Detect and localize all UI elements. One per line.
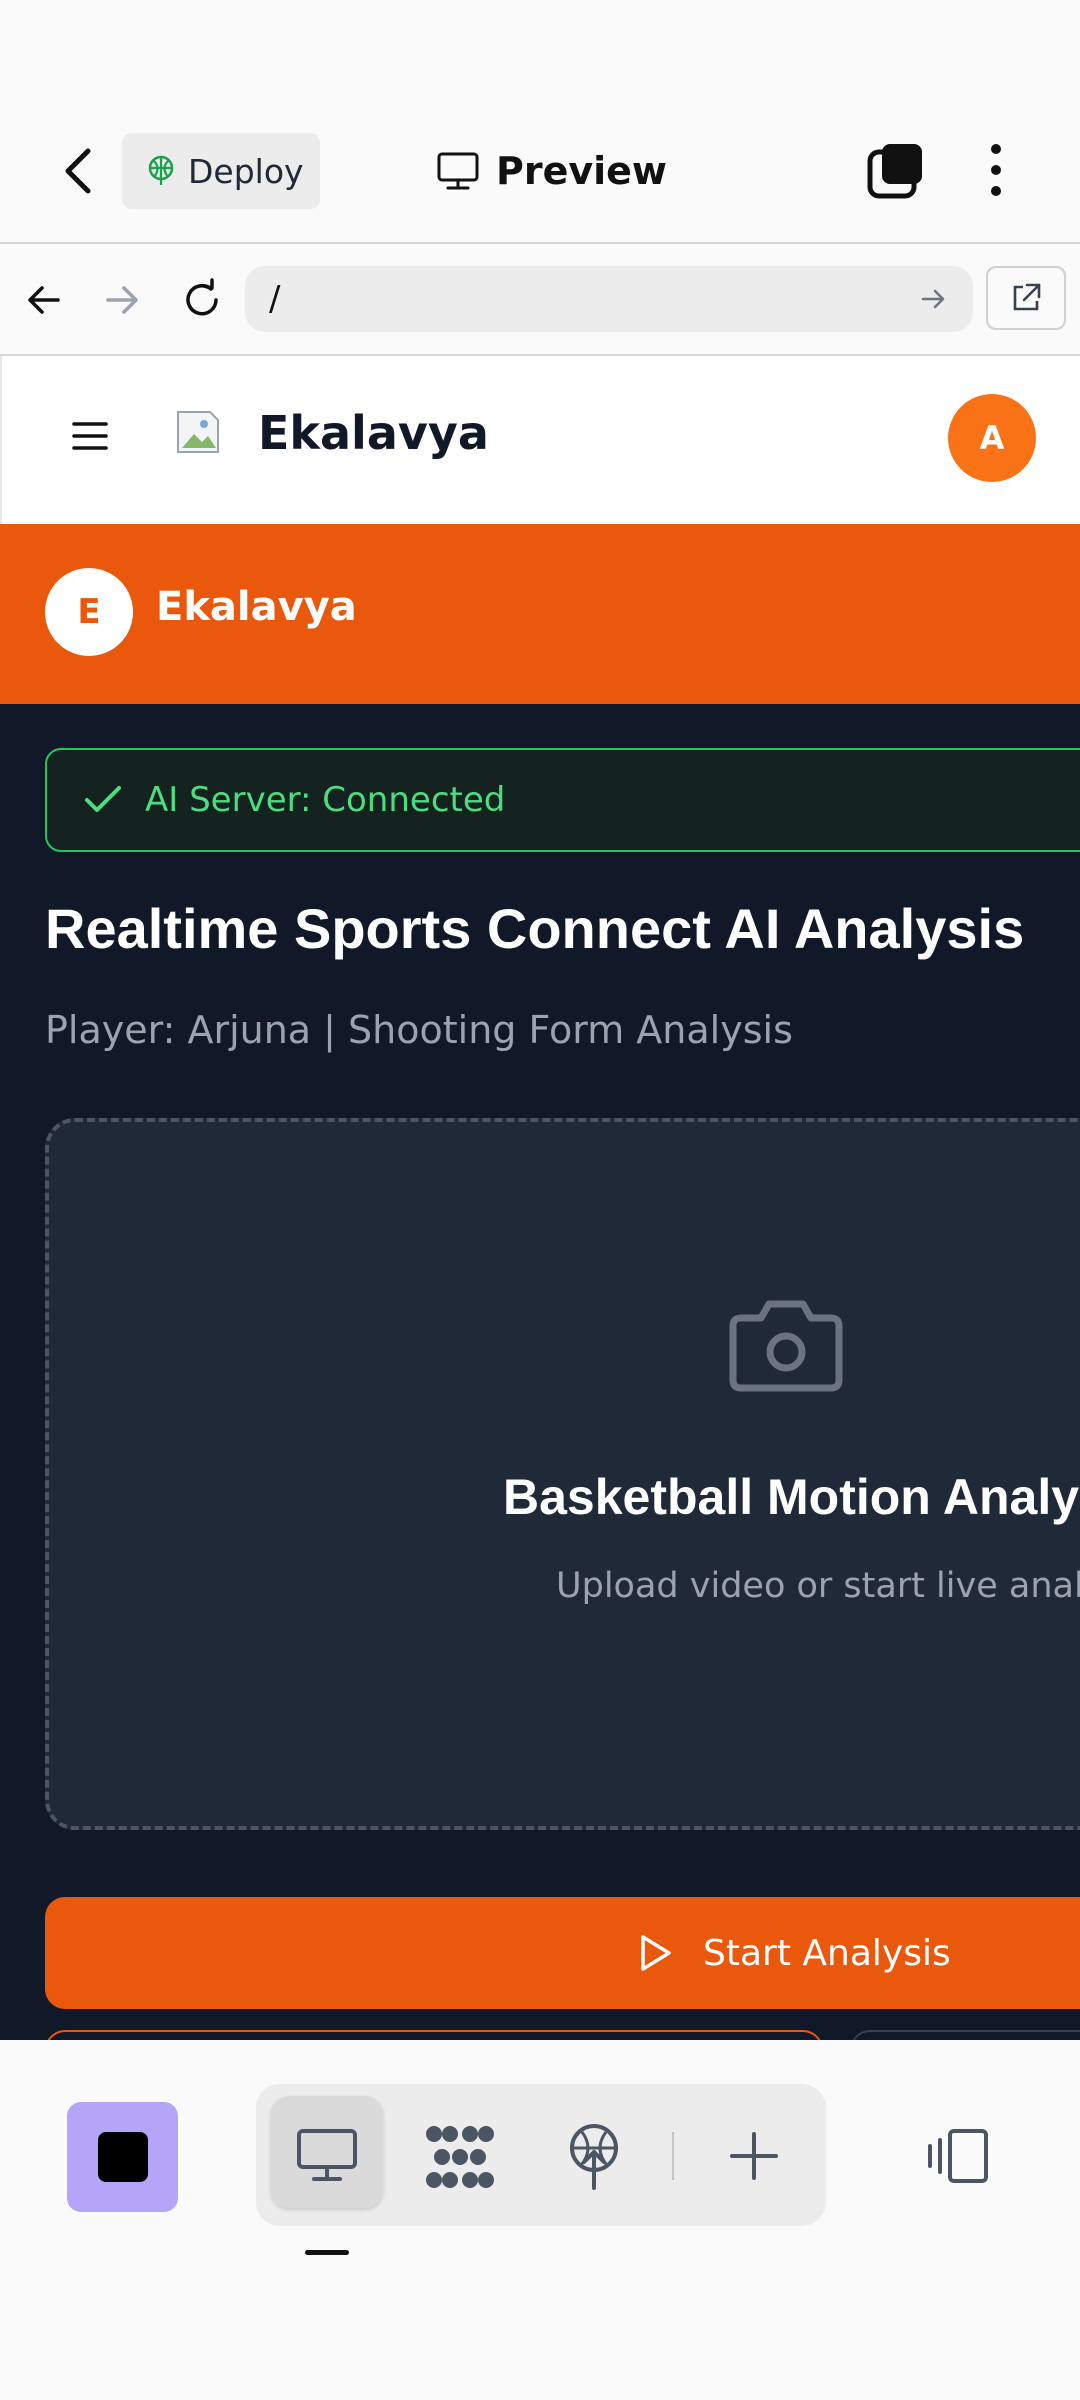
server-status-text: AI Server: Connected xyxy=(145,780,506,820)
camera-icon xyxy=(725,1296,847,1394)
web-preview: Ekalavya A E Ekalavya AI Server: Connect… xyxy=(0,356,1080,2040)
deploy-label: Deploy xyxy=(188,151,304,191)
apps-icon[interactable] xyxy=(424,2124,496,2190)
start-analysis-label: Start Analysis xyxy=(703,1932,951,1974)
desktop-icon xyxy=(296,2128,358,2182)
user-avatar[interactable]: A xyxy=(948,394,1036,482)
url-input[interactable]: / xyxy=(245,266,973,332)
nav-back-icon[interactable] xyxy=(24,280,64,320)
monitor-icon xyxy=(436,151,480,191)
stop-button[interactable] xyxy=(67,2102,178,2212)
brand-name: Ekalavya xyxy=(156,584,357,630)
upload-title: Basketball Motion Analysis xyxy=(503,1469,1080,1525)
broken-image-icon xyxy=(174,408,222,456)
page-subtitle: Player: Arjuna | Shooting Form Analysis xyxy=(45,1008,793,1052)
nav-forward-icon[interactable] xyxy=(102,280,142,320)
more-icon[interactable] xyxy=(984,142,1008,198)
play-icon xyxy=(637,1933,673,1973)
add-icon[interactable] xyxy=(728,2130,780,2182)
deploy-button[interactable]: Deploy xyxy=(122,133,320,209)
deploy-icon xyxy=(146,155,176,187)
go-icon[interactable] xyxy=(919,285,947,313)
brand-bar: E Ekalavya xyxy=(0,524,1080,704)
deploy-icon[interactable] xyxy=(566,2122,622,2190)
reload-icon[interactable] xyxy=(178,276,226,324)
secondary-card xyxy=(850,2030,1080,2040)
stop-icon xyxy=(97,2132,148,2182)
url-text: / xyxy=(269,279,281,319)
site-header: Ekalavya A xyxy=(0,356,1080,524)
preview-tab[interactable]: Preview xyxy=(436,145,667,197)
secondary-card xyxy=(45,2030,823,2040)
page-title: Realtime Sports Connect AI Analysis xyxy=(45,897,1025,960)
bottom-toolbar xyxy=(0,2040,1080,2400)
active-indicator xyxy=(305,2250,349,2255)
site-title: Ekalavya xyxy=(258,406,489,460)
external-link-icon xyxy=(1009,281,1043,315)
open-external-button[interactable] xyxy=(986,266,1066,330)
preview-label: Preview xyxy=(496,149,668,193)
editor-toolbar: Deploy Preview xyxy=(0,0,1080,244)
server-status-badge: AI Server: Connected xyxy=(45,748,1080,852)
back-icon[interactable] xyxy=(56,145,104,197)
brand-logo: E xyxy=(45,568,133,656)
tabs-icon[interactable] xyxy=(866,140,926,200)
menu-icon[interactable] xyxy=(72,420,108,452)
toolbar-divider xyxy=(672,2132,674,2180)
check-icon xyxy=(83,784,123,816)
start-analysis-content[interactable]: Start Analysis xyxy=(637,1897,951,2009)
devices-icon[interactable] xyxy=(924,2128,990,2184)
upload-subtitle: Upload video or start live analysis xyxy=(556,1566,1080,1606)
